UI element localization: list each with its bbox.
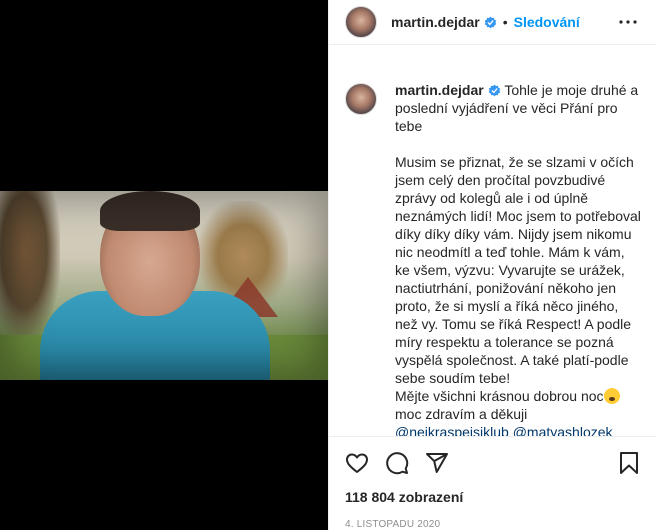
post-date[interactable]: 4. LISTOPADU 2020 — [345, 519, 641, 530]
video-frame[interactable] — [0, 191, 328, 380]
post-media[interactable] — [0, 0, 328, 530]
more-options-icon[interactable] — [616, 10, 640, 34]
video-vignette — [0, 191, 328, 380]
heart-icon[interactable] — [345, 451, 369, 475]
follow-button[interactable]: Sledování — [514, 14, 580, 30]
post-actions: 118 804 zobrazení 4. LISTOPADU 2020 — [329, 436, 656, 530]
caption-username-link[interactable]: martin.dejdar — [395, 82, 484, 98]
caption-line: moc zdravím a děkuji — [395, 406, 528, 422]
views-count[interactable]: 118 804 zobrazení — [345, 489, 641, 505]
comment-icon[interactable] — [385, 451, 409, 475]
post-header: martin.dejdar • Sledování — [329, 0, 656, 45]
caption: martin.dejdar Tohle je moje druhé a posl… — [345, 65, 641, 436]
comments-section[interactable]: martin.dejdar Tohle je moje druhé a posl… — [329, 65, 656, 436]
verified-badge-icon — [488, 84, 500, 97]
verified-badge-icon — [484, 16, 496, 28]
action-icons — [345, 437, 641, 489]
caption-line: Mějte všichni krásnou dobrou noc — [395, 388, 604, 404]
mention-links[interactable]: @nejkraspeisiklub @matyashlozek — [395, 423, 641, 436]
avatar[interactable] — [345, 6, 377, 38]
bookmark-icon[interactable] — [617, 451, 641, 475]
share-icon[interactable] — [425, 451, 449, 475]
sleepy-face-emoji-icon — [603, 388, 620, 404]
post-sidebar: martin.dejdar • Sledování martin.dejdar … — [328, 0, 656, 530]
caption-text: martin.dejdar Tohle je moje druhé a posl… — [395, 81, 641, 436]
caption-paragraph: Musim se přiznat, že se slzami v očích j… — [395, 154, 641, 386]
username-link[interactable]: martin.dejdar — [391, 14, 480, 30]
separator-dot: • — [502, 14, 508, 30]
avatar[interactable] — [345, 83, 377, 115]
